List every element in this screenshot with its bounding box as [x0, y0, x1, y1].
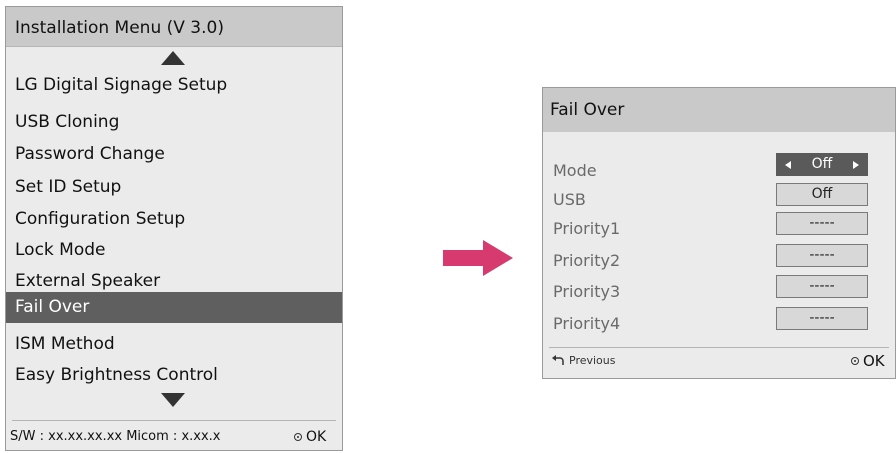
menu-item-lock-mode[interactable]: Lock Mode [6, 235, 342, 266]
ok-button-icon [851, 357, 859, 365]
priority2-value-box[interactable]: ----- [776, 244, 868, 267]
priority4-label: Priority4 [553, 314, 621, 333]
fail-over-header: Fail Over [543, 88, 895, 132]
priority3-label: Priority3 [553, 282, 621, 301]
arrow-right-icon[interactable] [853, 161, 859, 169]
menu-item-easy-brightness-control[interactable]: Easy Brightness Control [6, 360, 342, 391]
previous-label: Previous [569, 354, 616, 367]
usb-label: USB [553, 190, 586, 209]
priority3-value: ----- [809, 278, 835, 294]
menu-item-set-id-setup[interactable]: Set ID Setup [6, 172, 342, 203]
installation-menu-header: Installation Menu (V 3.0) [6, 7, 342, 47]
installation-menu-panel: Installation Menu (V 3.0) LG Digital Sig… [5, 6, 343, 451]
usb-value-box[interactable]: Off [776, 183, 868, 206]
menu-item-fail-over[interactable]: Fail Over [6, 292, 342, 323]
menu-item-usb-cloning[interactable]: USB Cloning [6, 107, 342, 138]
software-version-info: S/W : xx.xx.xx.xx Micom : x.xx.x [10, 429, 221, 444]
priority4-value: ----- [809, 310, 835, 326]
footer-divider [12, 420, 336, 421]
previous-back-icon [552, 354, 564, 365]
menu-item-password-change[interactable]: Password Change [6, 139, 342, 170]
priority2-value: ----- [809, 247, 835, 263]
menu-item-configuration-setup[interactable]: Configuration Setup [6, 204, 342, 235]
ok-label: OK [863, 352, 885, 370]
priority4-value-box[interactable]: ----- [776, 307, 868, 330]
scroll-up-icon[interactable] [161, 51, 185, 65]
ok-label: OK [306, 429, 327, 445]
ok-hint[interactable]: OK [294, 429, 326, 445]
mode-selector[interactable]: Off [776, 153, 868, 176]
ok-hint[interactable]: OK [851, 352, 885, 370]
menu-item-ism-method[interactable]: ISM Method [6, 329, 342, 360]
fail-over-title: Fail Over [550, 100, 625, 120]
priority1-value-box[interactable]: ----- [776, 212, 868, 235]
priority1-label: Priority1 [553, 219, 621, 238]
arrow-left-icon[interactable] [785, 161, 791, 169]
mode-value: Off [811, 156, 833, 172]
usb-value: Off [811, 186, 833, 202]
menu-item-lg-digital-signage-setup[interactable]: LG Digital Signage Setup [6, 70, 342, 101]
installation-menu-title: Installation Menu (V 3.0) [15, 18, 224, 38]
fail-over-panel: Fail Over Mode Off USB Off Priority1 ---… [542, 87, 896, 379]
priority3-value-box[interactable]: ----- [776, 275, 868, 298]
priority2-label: Priority2 [553, 251, 621, 270]
ok-button-icon [294, 433, 302, 441]
mode-label: Mode [553, 161, 597, 180]
right-arrow-icon [443, 240, 513, 276]
previous-button[interactable]: Previous [551, 354, 616, 367]
priority1-value: ----- [809, 215, 835, 231]
footer-divider [549, 347, 889, 348]
scroll-down-icon[interactable] [161, 393, 185, 407]
